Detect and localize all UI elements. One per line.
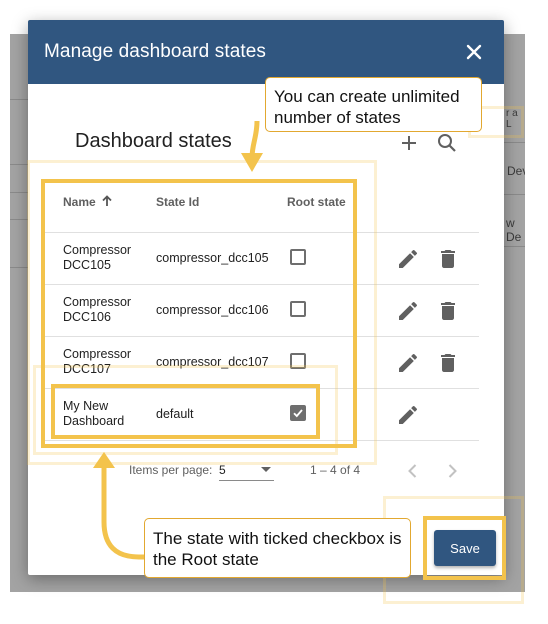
- background-divider: [504, 246, 525, 247]
- dialog-title: Manage dashboard states: [44, 41, 267, 62]
- add-state-button[interactable]: [397, 131, 421, 155]
- delete-state-button[interactable]: [436, 247, 460, 271]
- next-page-button[interactable]: [440, 459, 464, 483]
- delete-state-button[interactable]: [436, 299, 460, 323]
- section-title: Dashboard states: [75, 130, 232, 152]
- search-button[interactable]: [435, 131, 459, 155]
- background-divider: [10, 99, 30, 100]
- background-divider: [504, 194, 525, 195]
- delete-state-button[interactable]: [436, 351, 460, 375]
- chevron-left-icon: [408, 464, 417, 478]
- callout-root-state: The state with ticked checkbox is the Ro…: [144, 518, 411, 578]
- save-highlight-box: [423, 516, 506, 580]
- background-text: Dev: [507, 164, 525, 178]
- pencil-icon: [399, 353, 418, 372]
- pencil-icon: [399, 405, 418, 424]
- page-size-value: 5: [219, 463, 226, 477]
- edit-state-button[interactable]: [396, 247, 420, 271]
- root-row-highlight-box: [51, 384, 320, 439]
- trash-icon: [441, 250, 455, 268]
- edit-state-button[interactable]: [396, 299, 420, 323]
- dropdown-arrow-icon: [261, 467, 271, 472]
- pencil-icon: [399, 301, 418, 320]
- edit-state-button[interactable]: [396, 403, 420, 427]
- background-divider: [504, 142, 525, 143]
- callout-text: The state with ticked checkbox is the Ro…: [153, 529, 402, 569]
- edit-state-button[interactable]: [396, 351, 420, 375]
- page-range: 1 – 4 of 4: [310, 463, 361, 477]
- chevron-right-icon: [448, 464, 457, 478]
- background-text: w De: [506, 216, 522, 244]
- close-icon: [466, 44, 482, 60]
- callout-text: You can create unlimited number of state…: [274, 87, 460, 127]
- trash-icon: [441, 354, 455, 372]
- pencil-icon: [399, 249, 418, 268]
- callout-unlimited-states: You can create unlimited number of state…: [265, 77, 482, 132]
- dialog-header: Manage dashboard states: [28, 20, 504, 84]
- items-per-page-label: Items per page:: [129, 463, 213, 477]
- close-button[interactable]: [462, 40, 486, 64]
- plus-icon: [402, 136, 416, 150]
- search-icon: [438, 134, 456, 152]
- trash-icon: [441, 302, 455, 320]
- previous-page-button[interactable]: [401, 459, 425, 483]
